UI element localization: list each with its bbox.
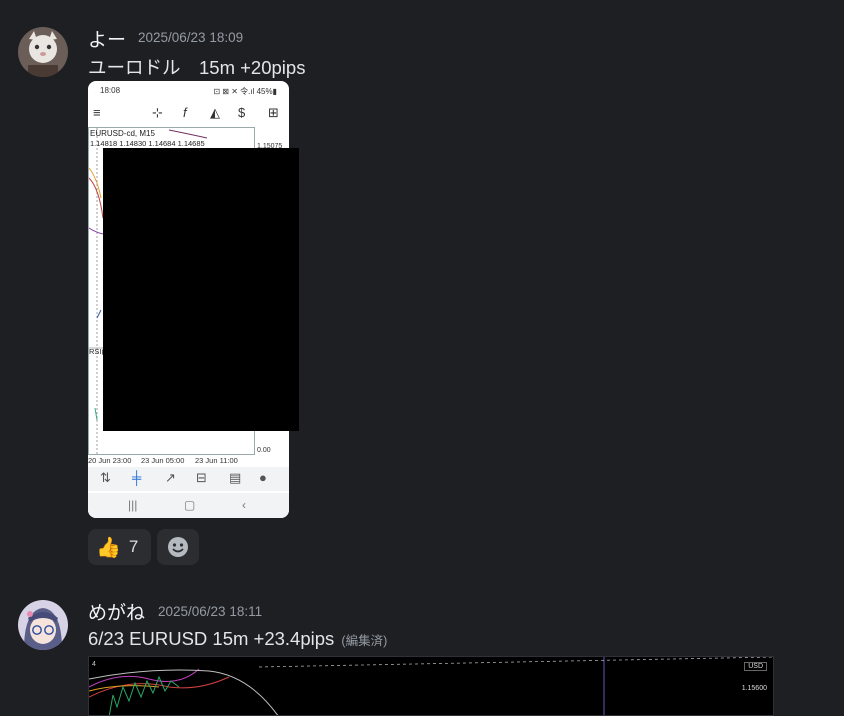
phone-toolbar: ≡ ⊹ f ◭ $ ⊞ bbox=[88, 101, 289, 125]
recent-apps-icon: ||| bbox=[128, 498, 138, 512]
message-text: ユーロドル 15m +20pips bbox=[88, 57, 306, 78]
timeframe-label: 4 bbox=[92, 661, 96, 668]
phone-price-bottom: 0.00 bbox=[257, 447, 271, 454]
crosshair-icon: ⊹ bbox=[152, 105, 163, 120]
message-text: 6/23 EURUSD 15m +23.4pips (編集済) bbox=[88, 628, 387, 650]
x-label: 23 Jun 05:00 bbox=[141, 456, 185, 465]
author-name[interactable]: よー bbox=[88, 25, 126, 52]
x-label: 20 Jun 23:00 bbox=[88, 456, 132, 465]
home-icon: ▢ bbox=[184, 498, 196, 512]
phone-status-bar: 18:08 ⊡ ⊠ ✕ 令.ıl 45%▮ bbox=[88, 81, 289, 99]
quotes-icon: ⇅ bbox=[100, 470, 111, 485]
edited-label: (編集済) bbox=[341, 634, 388, 648]
timestamp: 2025/06/23 18:09 bbox=[138, 30, 244, 45]
phone-indicator-label: RSI( bbox=[89, 347, 104, 356]
avatar-megane[interactable] bbox=[18, 600, 68, 650]
avatar-yo[interactable] bbox=[18, 27, 68, 77]
x-label: 23 Jun 11:00 bbox=[195, 456, 238, 465]
back-icon: ‹ bbox=[242, 498, 246, 512]
phone-nav-bar: ||| ▢ ‹ bbox=[88, 493, 289, 518]
add-reaction-button[interactable] bbox=[157, 529, 199, 565]
chart-icon: ╪ bbox=[132, 470, 142, 485]
add-reaction-icon bbox=[168, 537, 188, 557]
objects-icon: ◭ bbox=[210, 105, 220, 120]
reaction-count: 7 bbox=[128, 537, 139, 556]
new-order-icon: ⊞ bbox=[268, 105, 279, 120]
menu-icon: ≡ bbox=[93, 105, 101, 120]
redaction-box bbox=[103, 148, 299, 431]
currency-label: USD bbox=[744, 662, 767, 671]
currency-icon: $ bbox=[238, 105, 246, 120]
phone-time: 18:08 bbox=[100, 86, 121, 95]
phone-x-axis: 20 Jun 23:00 23 Jun 05:00 23 Jun 11:00 bbox=[88, 455, 289, 467]
reaction-thumbs-up[interactable]: 👍 7 bbox=[88, 529, 151, 565]
timestamp: 2025/06/23 18:11 bbox=[158, 604, 263, 619]
phone-status-icons: ⊡ ⊠ ✕ 令.ıl 45%▮ bbox=[213, 87, 277, 96]
phone-ohlc-label: 1.14818 1.14830 1.14684 1.14685 bbox=[90, 139, 205, 148]
trade-icon: ↗ bbox=[165, 470, 176, 485]
thumbs-up-icon: 👍 bbox=[96, 536, 121, 559]
messages-icon: ● bbox=[259, 470, 267, 485]
author-name[interactable]: めがね bbox=[88, 598, 145, 625]
image-attachment[interactable]: 4 USD 1.15600 bbox=[88, 656, 774, 716]
news-icon: ▤ bbox=[229, 470, 242, 485]
price-label: 1.15600 bbox=[741, 685, 767, 692]
message-body: 6/23 EURUSD 15m +23.4pips bbox=[88, 628, 335, 649]
history-icon: ⊟ bbox=[196, 470, 207, 485]
indicator-f-icon: f bbox=[183, 105, 187, 120]
phone-symbol-label: EURUSD-cd, M15 bbox=[90, 129, 155, 138]
phone-bottom-tabs: ⇅ ╪ ↗ ⊟ ▤ ● bbox=[88, 467, 289, 491]
